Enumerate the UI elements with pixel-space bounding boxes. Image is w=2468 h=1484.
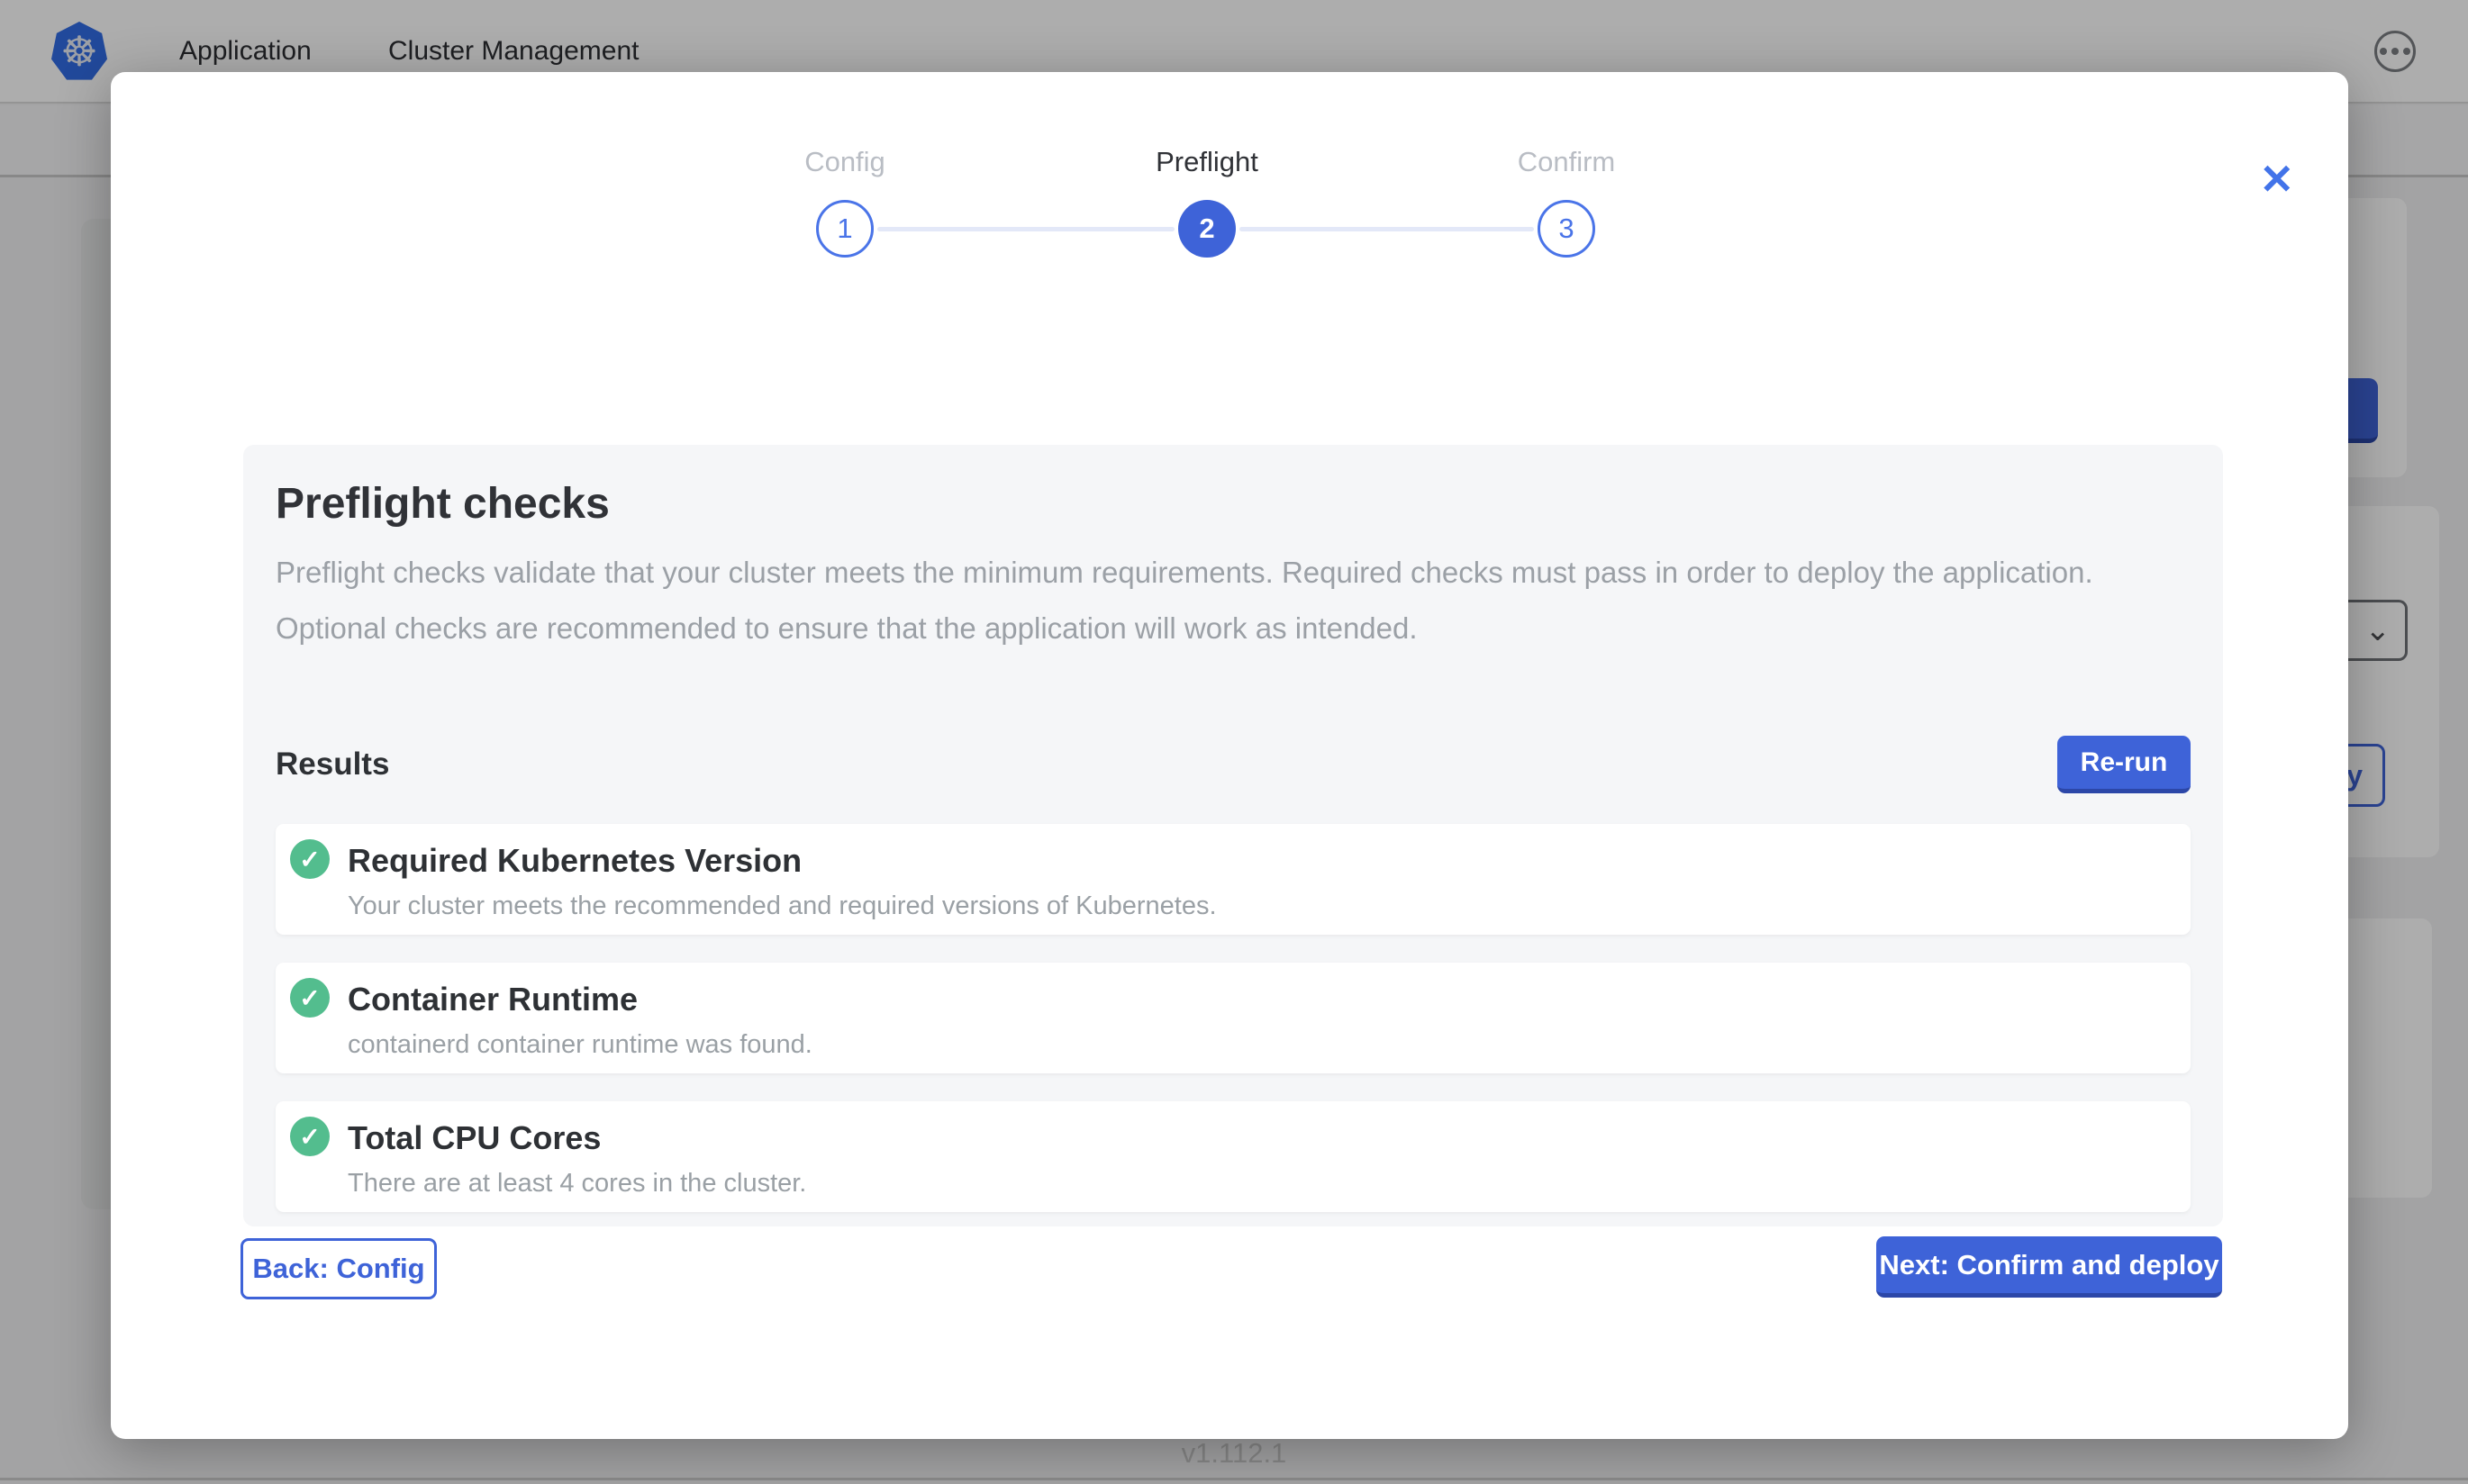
check-results-list: ✓ Required Kubernetes Version Your clust… (276, 824, 2191, 1212)
check-description: There are at least 4 cores in the cluste… (348, 1169, 2169, 1199)
next-confirm-deploy-button[interactable]: Next: Confirm and deploy (1876, 1236, 2222, 1298)
check-pass-icon: ✓ (290, 839, 330, 879)
check-pass-icon: ✓ (290, 1117, 330, 1156)
preflight-modal: ✕ Config Preflight Confirm 1 2 3 Preflig… (111, 72, 2348, 1439)
page-title: Preflight checks (276, 479, 2191, 529)
step-circle-preflight[interactable]: 2 (1178, 200, 1236, 258)
stepper-connector (1239, 227, 1534, 231)
check-description: containerd container runtime was found. (348, 1030, 2169, 1060)
close-icon[interactable]: ✕ (2259, 158, 2294, 200)
step-label-preflight: Preflight (1072, 146, 1342, 178)
check-card-container-runtime: ✓ Container Runtime containerd container… (276, 963, 2191, 1073)
step-label-confirm: Confirm (1431, 146, 1701, 178)
preflight-panel: Preflight checks Preflight checks valida… (243, 445, 2223, 1226)
check-title: Total CPU Cores (348, 1119, 2169, 1157)
step-number: 2 (1199, 213, 1214, 245)
results-header-row: Results Re-run (276, 736, 2191, 793)
results-label: Results (276, 747, 389, 783)
check-title: Required Kubernetes Version (348, 842, 2169, 880)
step-label-config: Config (710, 146, 980, 178)
step-circle-confirm[interactable]: 3 (1538, 200, 1595, 258)
preflight-description: Preflight checks validate that your clus… (276, 545, 2167, 656)
check-pass-icon: ✓ (290, 978, 330, 1018)
rerun-button[interactable]: Re-run (2057, 736, 2191, 793)
check-card-kubernetes-version: ✓ Required Kubernetes Version Your clust… (276, 824, 2191, 935)
screen: ☸ Application Cluster Management 0 ⌄ y v… (0, 0, 2468, 1484)
step-circle-config[interactable]: 1 (816, 200, 874, 258)
back-config-button[interactable]: Back: Config (240, 1238, 437, 1299)
step-number: 3 (1558, 213, 1574, 245)
stepper-connector (877, 227, 1175, 231)
check-description: Your cluster meets the recommended and r… (348, 891, 2169, 921)
check-title: Container Runtime (348, 981, 2169, 1018)
check-card-cpu-cores: ✓ Total CPU Cores There are at least 4 c… (276, 1101, 2191, 1212)
step-number: 1 (837, 213, 852, 245)
